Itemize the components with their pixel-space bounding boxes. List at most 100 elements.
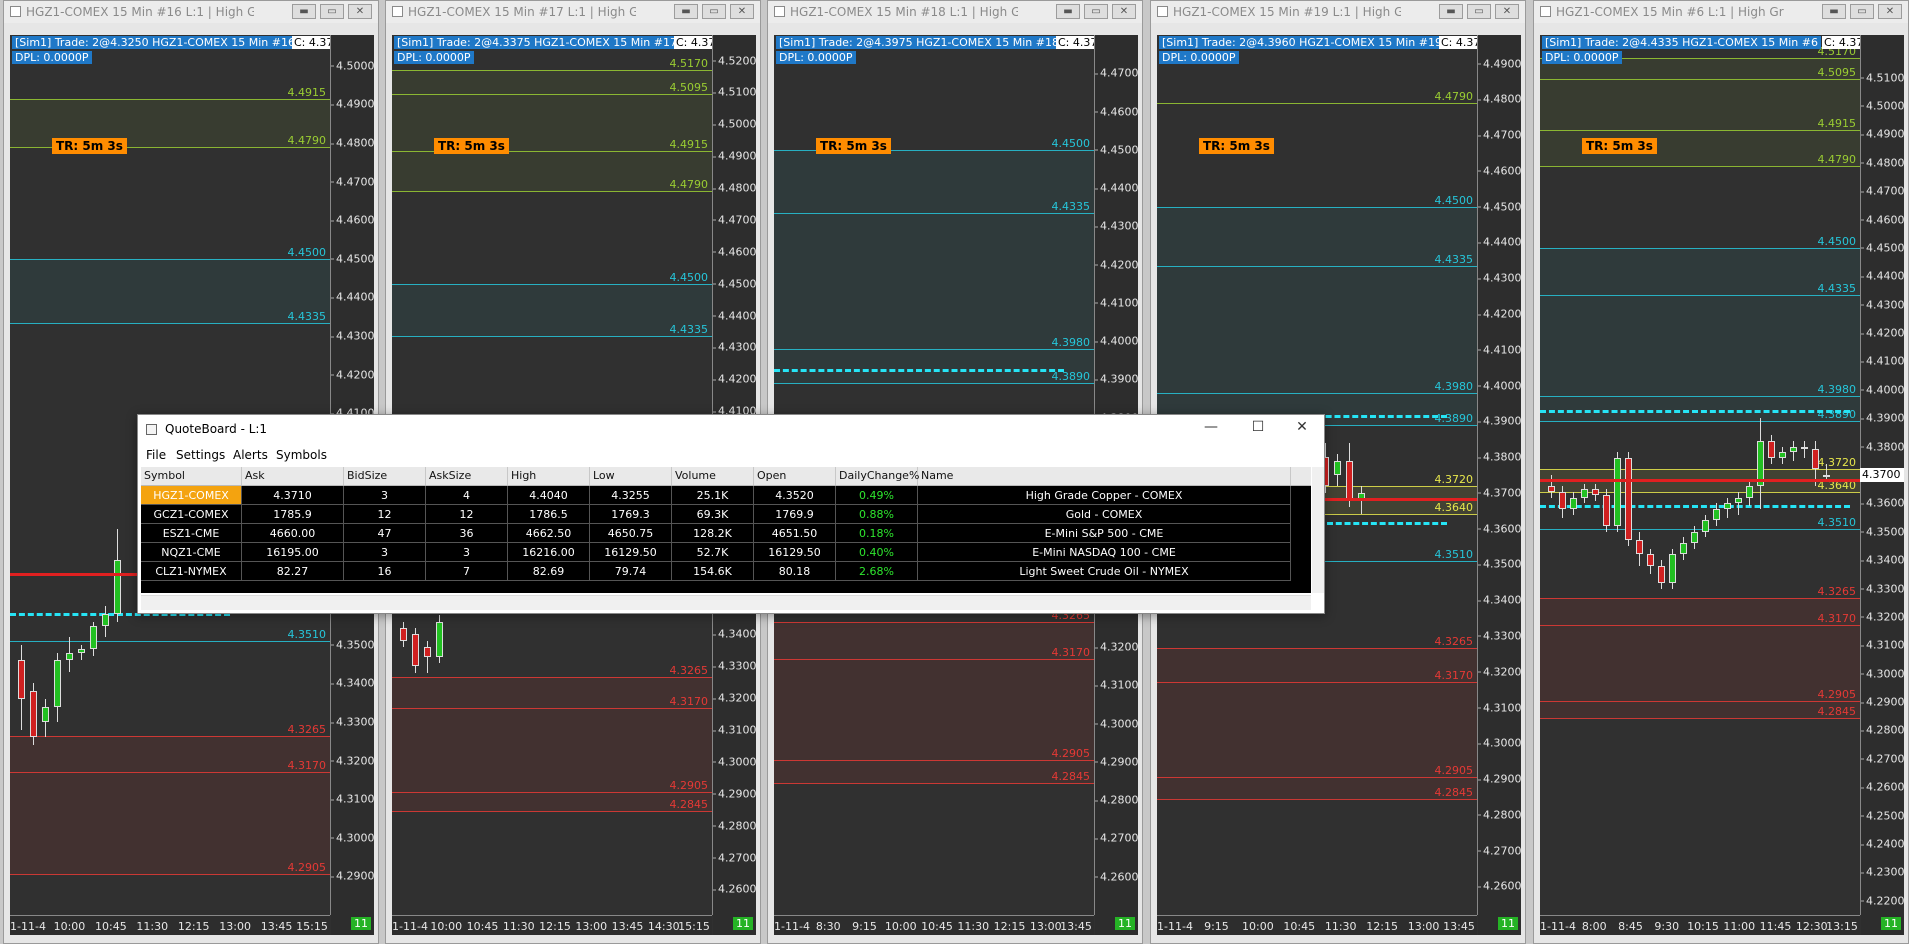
- level-line: [1540, 130, 1860, 132]
- price-tick: 4.4300: [1478, 271, 1522, 285]
- table-row[interactable]: NQZ1-CME 16195.00 3 3 16216.00 16129.50 52.7K 1…: [141, 543, 1311, 562]
- time-axis[interactable]: 1-11-4 10:00 10:45 11:30 12:15 13:00 13:45 15:1…: [10, 915, 330, 935]
- minimize-button[interactable]: ▬: [292, 4, 316, 19]
- column-header[interactable]: AskSize: [426, 467, 508, 485]
- quote-grid[interactable]: Symbol Ask BidSize AskSize High Low Volume Open…: [141, 467, 1311, 593]
- close-button[interactable]: ✕: [730, 4, 754, 19]
- time-tick: 13:15: [1826, 920, 1858, 933]
- column-header[interactable]: Ask: [242, 467, 344, 485]
- price-chart[interactable]: 4.5170 4.5095 4.4915 4.4790 4.4500 4.4335 4.39…: [1540, 35, 1905, 935]
- title-bar[interactable]: HGZ1-COMEX 15 Min #16 L:1 | High Grad...…: [4, 1, 378, 23]
- column-header[interactable]: High: [508, 467, 590, 485]
- quoteboard-window[interactable]: QuoteBoard - L:1 — ☐ ✕ File Settings Ale…: [137, 414, 1325, 614]
- candle-body: [1581, 489, 1588, 498]
- price-tick: 4.4000: [1095, 334, 1139, 348]
- maximize-button[interactable]: ▭: [1850, 4, 1874, 19]
- dashed-level-line: [1540, 505, 1850, 509]
- price-tick: 4.5200: [713, 54, 757, 67]
- menu-symbols[interactable]: Symbols: [276, 448, 327, 462]
- price-tick: 4.4300: [331, 329, 375, 343]
- table-cell: 12: [344, 505, 426, 524]
- price-tick: 4.4200: [1861, 326, 1905, 340]
- horizontal-scrollbar[interactable]: [141, 595, 1311, 610]
- maximize-icon[interactable]: ☐: [1238, 419, 1278, 435]
- maximize-button[interactable]: ▭: [702, 4, 726, 19]
- quoteboard-title-bar[interactable]: QuoteBoard - L:1 — ☐ ✕: [138, 415, 1324, 445]
- column-header[interactable]: Open: [754, 467, 836, 485]
- time-tick: 1-11-4: [10, 920, 46, 933]
- table-cell: 1786.5: [508, 505, 590, 524]
- minimize-button[interactable]: ▬: [1056, 4, 1080, 19]
- time-tick: 12:15: [993, 920, 1026, 933]
- menu-alerts[interactable]: Alerts: [233, 448, 268, 462]
- close-button[interactable]: ✕: [348, 4, 372, 19]
- table-row[interactable]: GCZ1-COMEX 1785.9 12 12 1786.5 1769.3 69.3K 176…: [141, 505, 1311, 524]
- table-row[interactable]: ESZ1-CME 4660.00 47 36 4662.50 4650.75 128.2K 4…: [141, 524, 1311, 543]
- close-button[interactable]: ✕: [1495, 4, 1519, 19]
- minimize-button[interactable]: ▬: [1822, 4, 1846, 19]
- level-line: [392, 336, 712, 338]
- table-cell: 3: [426, 543, 508, 562]
- title-bar[interactable]: HGZ1-COMEX 15 Min #18 L:1 | High Grad...…: [768, 1, 1142, 23]
- time-tick: 13:00: [1407, 920, 1440, 933]
- menu-settings[interactable]: Settings: [176, 448, 225, 462]
- vertical-scrollbar[interactable]: [1312, 467, 1324, 593]
- table-cell: Gold - COMEX: [918, 505, 1291, 524]
- close-icon[interactable]: ✕: [1282, 419, 1322, 435]
- time-axis[interactable]: 1-11-4 10:00 10:45 11:30 12:15 13:00 13:45 14:3…: [392, 915, 712, 935]
- close-button[interactable]: ✕: [1878, 4, 1902, 19]
- level-line: [774, 212, 1094, 214]
- chart-window-6[interactable]: HGZ1-COMEX 15 Min #6 L:1 | High Grade...…: [1533, 0, 1909, 944]
- close-button[interactable]: ✕: [1112, 4, 1136, 19]
- price-axis[interactable]: 4.4900 4.4800 4.4700 4.4600 4.4500 4.4400 4.43…: [1477, 35, 1522, 915]
- current-price-line: [1540, 479, 1860, 483]
- close-label: C: 4.370: [1822, 36, 1862, 49]
- level-label: 4.4500: [1434, 193, 1474, 207]
- time-tick: 1-11-4: [392, 920, 428, 933]
- level-label: 4.4790: [669, 178, 709, 192]
- price-tick: 4.3400: [1861, 553, 1905, 567]
- column-header[interactable]: Volume: [672, 467, 754, 485]
- column-header[interactable]: BidSize: [344, 467, 426, 485]
- price-tick: 4.4200: [1478, 307, 1522, 321]
- level-line: [392, 811, 712, 813]
- title-bar[interactable]: HGZ1-COMEX 15 Min #6 L:1 | High Grade...…: [1534, 1, 1908, 23]
- minimize-button[interactable]: ▬: [1439, 4, 1463, 19]
- level-label: 4.2905: [1434, 764, 1474, 778]
- level-label: 4.3170: [1817, 612, 1857, 626]
- price-tick: 4.4900: [331, 97, 375, 111]
- column-header[interactable]: Name: [918, 467, 1291, 485]
- time-axis[interactable]: 1-11-4 8:00 8:45 9:30 10:15 11:00 11:45 12:30 13…: [1540, 915, 1860, 935]
- table-cell: 0.40%: [836, 543, 918, 562]
- column-header[interactable]: DailyChange%: [836, 467, 919, 485]
- quoteboard-title: QuoteBoard - L:1: [165, 422, 268, 436]
- maximize-button[interactable]: ▭: [1467, 4, 1491, 19]
- table-cell: NQZ1-CME: [141, 543, 242, 562]
- title-bar[interactable]: HGZ1-COMEX 15 Min #19 L:1 | High Grad...…: [1151, 1, 1525, 23]
- menu-file[interactable]: File: [146, 448, 166, 462]
- level-zone: [1540, 598, 1860, 626]
- time-tick: 15:15: [296, 920, 328, 933]
- candle-body: [1614, 457, 1621, 527]
- candle-body: [42, 706, 49, 723]
- window-icon: [774, 6, 785, 17]
- minimize-button[interactable]: ▬: [674, 4, 698, 19]
- time-axis[interactable]: 1-11-4 8:30 9:15 10:00 10:45 11:30 12:15 13:00 1…: [774, 915, 1094, 935]
- price-tick: 4.5100: [1861, 71, 1905, 85]
- maximize-button[interactable]: ▭: [320, 4, 344, 19]
- column-header[interactable]: Low: [590, 467, 672, 485]
- bar-count-badge-area: 11: [1478, 915, 1521, 935]
- level-zone: [1157, 777, 1477, 799]
- time-axis[interactable]: 1-11-4 9:15 10:00 10:45 11:30 12:15 13:00 13:45: [1157, 915, 1477, 935]
- table-cell: 4660.00: [242, 524, 344, 543]
- minimize-icon[interactable]: —: [1191, 419, 1231, 435]
- column-header[interactable]: Symbol: [141, 467, 242, 485]
- table-row[interactable]: HGZ1-COMEX 4.3710 3 4 4.4040 4.3255 25.1K 4.352…: [141, 486, 1311, 505]
- price-tick: 4.3000: [1478, 736, 1522, 750]
- plot-area[interactable]: 4.5170 4.5095 4.4915 4.4790 4.4500 4.4335 4.39…: [1540, 35, 1860, 915]
- candle-body: [1724, 503, 1731, 510]
- level-zone: [1540, 79, 1860, 131]
- maximize-button[interactable]: ▭: [1084, 4, 1108, 19]
- table-row[interactable]: CLZ1-NYMEX 82.27 16 7 82.69 79.74 154.6K 80.18 2…: [141, 562, 1311, 581]
- title-bar[interactable]: HGZ1-COMEX 15 Min #17 L:1 | High Grad...…: [386, 1, 760, 23]
